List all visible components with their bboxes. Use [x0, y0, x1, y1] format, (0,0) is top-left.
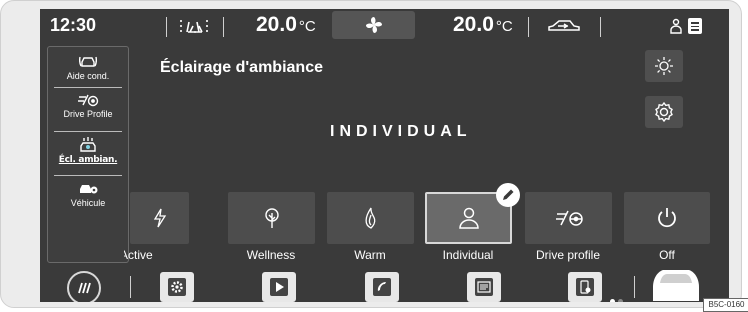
tile-label-wellness: Wellness	[246, 248, 296, 262]
current-mode-label: INDIVIDUAL	[330, 123, 472, 140]
app-car-info[interactable]	[568, 272, 602, 302]
divider	[528, 17, 529, 37]
divider	[54, 175, 122, 176]
phone-icon	[373, 278, 391, 296]
power-icon	[658, 208, 676, 228]
infotainment-screen: 12:30 20.0 °C 20.0 °C Aide cond. Drive P…	[40, 9, 729, 302]
tile-label-off: Off	[659, 248, 675, 262]
divider	[223, 17, 224, 37]
brand-logo-icon	[78, 282, 91, 294]
settings-button[interactable]	[645, 96, 683, 128]
user-profile-icon[interactable]	[669, 18, 683, 34]
side-menu-label: Drive Profile	[63, 109, 113, 119]
mode-tile-wellness[interactable]	[228, 192, 315, 244]
fan-button[interactable]	[332, 11, 415, 39]
tile-label-individual: Individual	[442, 248, 494, 262]
mode-tile-off[interactable]	[624, 192, 710, 244]
car-status-icon[interactable]	[651, 267, 701, 302]
drive-profile-icon	[555, 210, 583, 226]
temp-right-value: 20.0	[453, 13, 494, 36]
brightness-button[interactable]	[645, 50, 683, 82]
edit-button[interactable]	[496, 183, 520, 207]
page-title: Éclairage d'ambiance	[160, 59, 323, 76]
tree-icon	[264, 208, 279, 228]
recirculation-icon[interactable]	[547, 18, 581, 34]
side-menu-item-vehicle[interactable]: Véhicule	[48, 182, 128, 208]
vehicle-icon	[80, 185, 98, 194]
status-bar: 12:30 20.0 °C 20.0 °C	[40, 9, 729, 43]
divider	[634, 276, 635, 298]
side-menu-label: Aide cond.	[66, 71, 110, 81]
menu-icon[interactable]	[688, 18, 702, 34]
gear-icon	[655, 101, 673, 123]
play-icon	[270, 278, 288, 296]
side-menu-item-driver-assist[interactable]: Aide cond.	[48, 55, 128, 81]
temp-left-value: 20.0	[256, 13, 297, 36]
divider	[54, 131, 122, 132]
temp-right[interactable]: 20.0 °C	[453, 13, 513, 37]
pencil-icon	[503, 189, 514, 200]
app-settings[interactable]	[160, 272, 194, 302]
side-menu-label: Véhicule	[70, 198, 106, 208]
smartlink-icon	[475, 278, 493, 296]
tile-label-active: Active	[124, 248, 216, 262]
person-icon	[458, 207, 479, 229]
app-phone[interactable]	[365, 272, 399, 302]
side-menu-item-ambient-light[interactable]: Écl. ambian.	[48, 137, 128, 165]
app-media[interactable]	[262, 272, 296, 302]
temp-unit: °C	[298, 18, 316, 35]
temp-left[interactable]: 20.0 °C	[256, 13, 316, 37]
drive-profile-icon	[78, 94, 99, 107]
divider	[54, 87, 122, 88]
clock: 12:30	[50, 15, 97, 35]
page-indicator	[618, 299, 623, 302]
divider	[130, 276, 131, 298]
driver-assist-icon	[79, 56, 97, 67]
car-phone-icon	[576, 278, 594, 296]
settings-side-menu: Aide cond. Drive Profile Écl. ambian. Vé…	[47, 46, 129, 263]
mode-tile-warm[interactable]	[327, 192, 414, 244]
tile-label-drive-profile: Drive profile	[535, 248, 601, 262]
page-indicator-active	[610, 299, 615, 302]
tile-label-warm: Warm	[354, 248, 386, 262]
flame-icon	[364, 207, 375, 229]
side-menu-label-active: Écl. ambian.	[58, 155, 118, 165]
ambient-light-icon	[80, 137, 96, 152]
side-menu-item-drive-profile[interactable]: Drive Profile	[48, 93, 128, 119]
seat-heating-icon[interactable]	[177, 16, 211, 36]
mode-tile-active[interactable]	[130, 192, 189, 244]
temp-unit: °C	[495, 18, 513, 35]
lightning-icon	[153, 208, 166, 228]
tile-label-text: Active	[124, 248, 153, 262]
mode-tile-drive-profile[interactable]	[525, 192, 612, 244]
home-button[interactable]	[67, 271, 101, 302]
divider	[600, 17, 601, 37]
sun-icon	[655, 57, 673, 75]
gear-icon	[168, 278, 186, 296]
divider	[166, 17, 167, 37]
fan-icon	[365, 17, 382, 33]
app-smartlink[interactable]	[467, 272, 501, 302]
